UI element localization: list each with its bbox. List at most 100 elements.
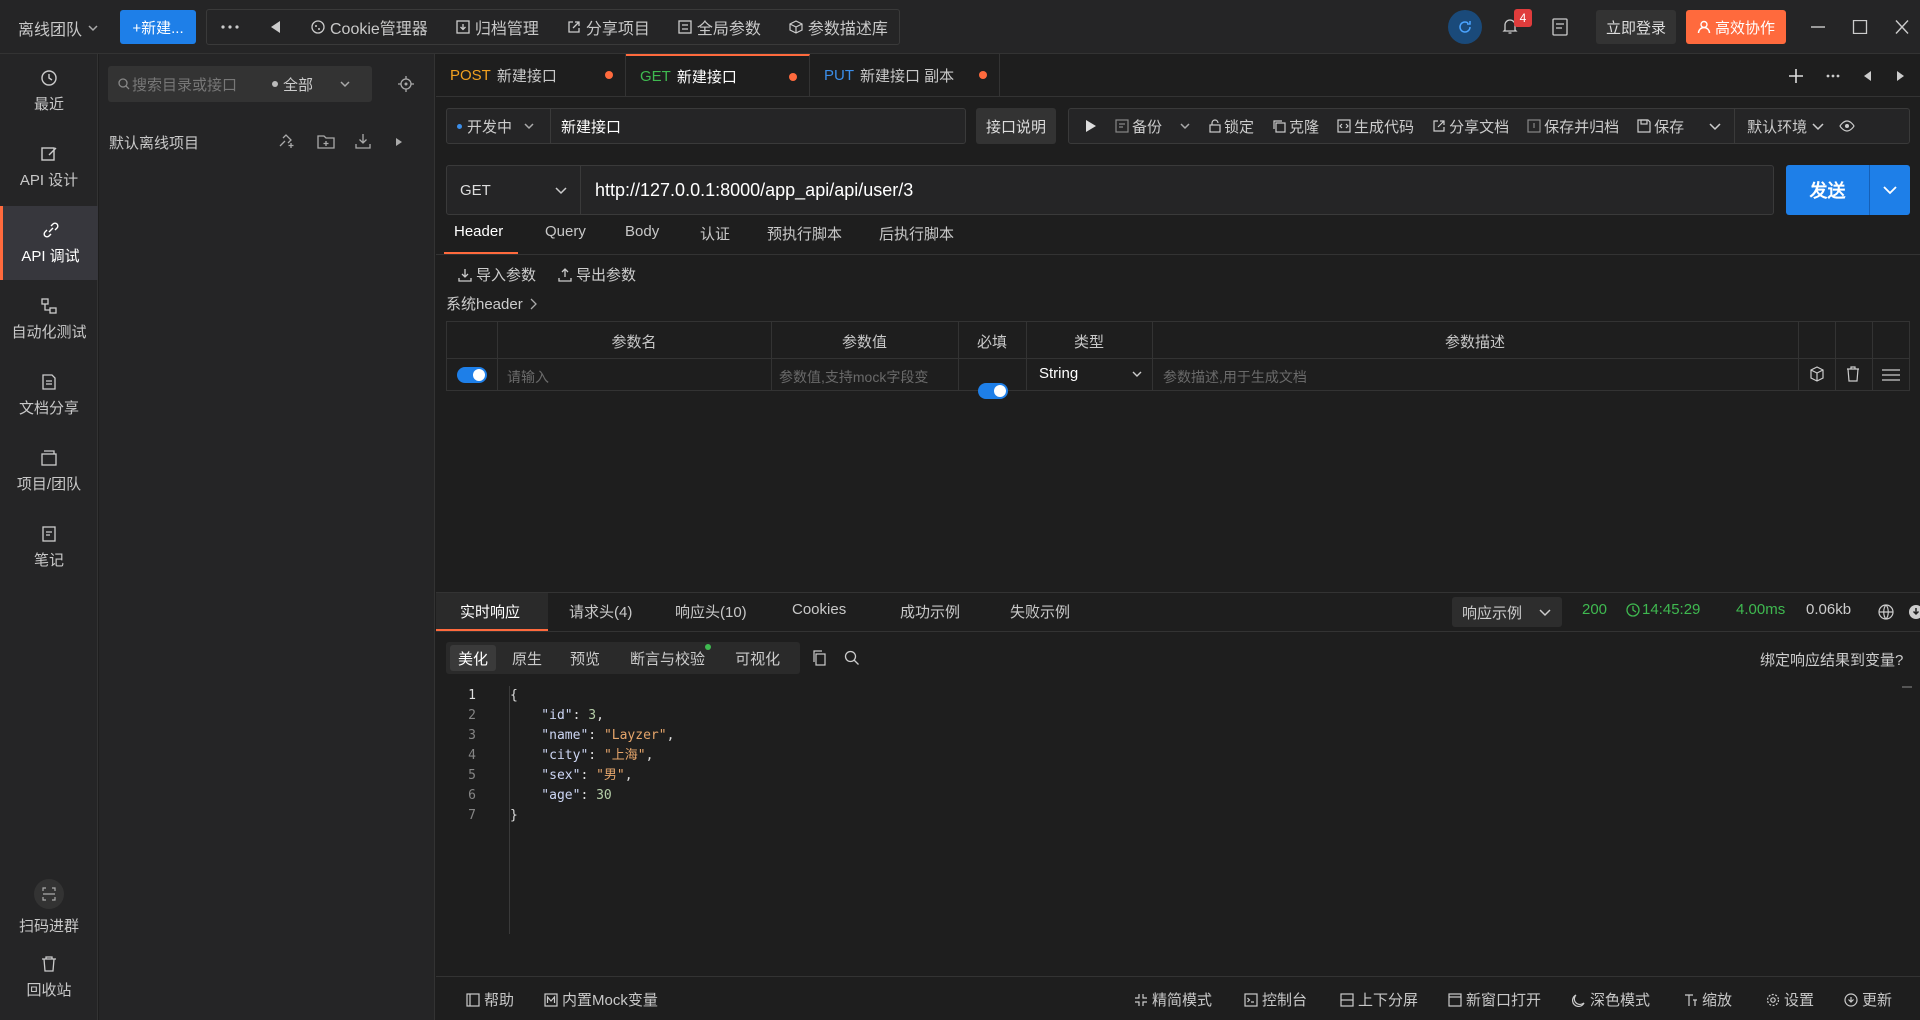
response-example-select[interactable]: 响应示例: [1452, 597, 1562, 627]
required-toggle[interactable]: [978, 383, 1008, 399]
login-button[interactable]: 立即登录: [1596, 10, 1676, 44]
send-button[interactable]: 发送: [1786, 165, 1870, 215]
tab-prev-icon[interactable]: [1862, 70, 1872, 82]
view-tab-preview[interactable]: 预览: [570, 648, 600, 669]
project-name[interactable]: 默认离线项目: [109, 132, 199, 153]
url-input[interactable]: http://127.0.0.1:8000/app_api/api/user/3: [595, 180, 913, 201]
request-name-input[interactable]: 新建接口: [561, 116, 621, 137]
eye-icon[interactable]: [1839, 120, 1855, 132]
clone-button[interactable]: 克隆: [1272, 116, 1319, 137]
nav-doc-share[interactable]: 文档分享: [0, 358, 98, 432]
response-code-viewer[interactable]: 1{ 2 "id": 3, 3 "name": "Layzer", 4 "cit…: [436, 686, 1920, 936]
new-window-button[interactable]: 新窗口打开: [1448, 989, 1541, 1010]
archive-manager-button[interactable]: 归档管理: [456, 15, 539, 39]
tab-response-headers[interactable]: 响应头(10): [675, 601, 747, 622]
minimize-icon[interactable]: [1810, 20, 1826, 34]
view-tab-assertion[interactable]: 断言与校验: [630, 643, 712, 669]
more-icon[interactable]: [207, 25, 253, 29]
add-folder-icon[interactable]: [317, 133, 335, 149]
tab-next-icon[interactable]: [1896, 70, 1906, 82]
drag-handle-icon[interactable]: [1881, 368, 1901, 382]
tab-header[interactable]: Header: [454, 223, 503, 240]
maximize-icon[interactable]: [1852, 20, 1868, 34]
param-value-input[interactable]: 参数值,支持mock字段变: [779, 367, 954, 387]
globe-icon[interactable]: [1878, 604, 1894, 620]
save-button[interactable]: 保存: [1637, 116, 1684, 137]
import-params-button[interactable]: 导入参数: [458, 264, 536, 285]
cube-icon[interactable]: [1809, 366, 1825, 382]
type-select[interactable]: String: [1039, 365, 1143, 382]
nav-project-team[interactable]: 项目/团队: [0, 434, 98, 508]
delete-icon[interactable]: [1846, 366, 1860, 382]
settings-button[interactable]: 设置: [1766, 989, 1814, 1010]
tab-post-new[interactable]: POST 新建接口: [436, 54, 626, 96]
global-params-button[interactable]: 全局参数: [678, 15, 761, 39]
add-api-icon[interactable]: [277, 133, 295, 149]
tab-fail-example[interactable]: 失败示例: [1010, 601, 1070, 622]
console-button[interactable]: 控制台: [1244, 989, 1307, 1010]
tab-success-example[interactable]: 成功示例: [900, 601, 960, 622]
download-response-icon[interactable]: [1908, 604, 1920, 620]
nav-recent[interactable]: 最近: [0, 54, 98, 128]
tab-cookies[interactable]: Cookies: [792, 601, 846, 618]
tab-body[interactable]: Body: [625, 223, 659, 240]
filter-select[interactable]: 全部: [272, 74, 313, 95]
nav-api-debug[interactable]: API 调试: [0, 206, 98, 280]
tab-query[interactable]: Query: [545, 223, 586, 240]
nav-trash[interactable]: 回收站: [0, 940, 98, 1014]
add-tab-icon[interactable]: [1788, 68, 1804, 84]
api-desc-button[interactable]: 接口说明: [976, 108, 1056, 144]
nav-auto-test[interactable]: 自动化测试: [0, 282, 98, 356]
locate-icon[interactable]: [398, 76, 414, 92]
save-options-chevron-icon[interactable]: [1708, 120, 1722, 132]
search-input[interactable]: 搜索目录或接口: [132, 74, 272, 95]
share-project-button[interactable]: 分享项目: [567, 15, 650, 39]
close-icon[interactable]: [1894, 20, 1910, 34]
team-selector[interactable]: 离线团队: [18, 16, 99, 40]
tab-pre-script[interactable]: 预执行脚本: [767, 223, 842, 244]
nav-notes[interactable]: 笔记: [0, 510, 98, 584]
search-icon[interactable]: [844, 650, 860, 666]
import-icon[interactable]: [355, 133, 371, 149]
tab-post-script[interactable]: 后执行脚本: [879, 223, 954, 244]
share-doc-button[interactable]: 分享文档: [1432, 116, 1509, 137]
tab-auth[interactable]: 认证: [700, 223, 730, 244]
param-desc-library-button[interactable]: 参数描述库: [789, 15, 888, 39]
split-view-button[interactable]: 上下分屏: [1340, 989, 1418, 1010]
view-tab-pretty[interactable]: 美化: [450, 645, 497, 671]
zoom-button[interactable]: 缩放: [1684, 989, 1732, 1010]
view-tab-visualize[interactable]: 可视化: [735, 648, 780, 669]
method-select[interactable]: GET: [447, 166, 581, 214]
collapse-left-icon[interactable]: [253, 20, 297, 34]
param-desc-input[interactable]: 参数描述,用于生成文档: [1163, 367, 1307, 387]
more-tabs-icon[interactable]: [1826, 74, 1840, 78]
view-tab-raw[interactable]: 原生: [512, 648, 542, 669]
copy-icon[interactable]: [812, 650, 826, 666]
tab-request-headers[interactable]: 请求头(4): [569, 601, 632, 622]
sync-icon[interactable]: [1448, 10, 1482, 44]
collab-button[interactable]: 高效协作: [1686, 10, 1786, 44]
lock-button[interactable]: 锁定: [1209, 116, 1254, 137]
system-header-toggle[interactable]: 系统header: [446, 293, 537, 314]
param-name-input[interactable]: 请输入: [507, 367, 549, 387]
cookie-manager-button[interactable]: Cookie管理器: [311, 15, 428, 39]
expand-right-icon[interactable]: [396, 138, 402, 146]
nav-api-design[interactable]: API 设计: [0, 130, 98, 204]
save-archive-button[interactable]: 保存并归档: [1527, 116, 1619, 137]
tab-realtime-response[interactable]: 实时响应: [460, 601, 520, 622]
help-button[interactable]: 帮助: [466, 989, 514, 1010]
mock-vars-button[interactable]: 内置Mock变量: [544, 989, 658, 1010]
update-button[interactable]: 更新: [1844, 989, 1892, 1010]
nav-scan-group[interactable]: 扫码进群: [0, 870, 98, 944]
generate-code-button[interactable]: 生成代码: [1337, 116, 1414, 137]
chevron-down-icon[interactable]: [339, 78, 351, 90]
send-options-chevron-icon[interactable]: [1870, 165, 1910, 215]
tab-get-new[interactable]: GET 新建接口: [626, 54, 810, 96]
bind-response-link[interactable]: 绑定响应结果到变量?: [1760, 649, 1903, 670]
compact-mode-button[interactable]: 精简模式: [1134, 989, 1212, 1010]
export-params-button[interactable]: 导出参数: [558, 264, 636, 285]
new-button[interactable]: +新建...: [120, 10, 196, 44]
tab-put-copy[interactable]: PUT 新建接口 副本: [810, 54, 1000, 96]
dark-mode-button[interactable]: 深色模式: [1572, 989, 1650, 1010]
run-icon[interactable]: [1069, 119, 1113, 133]
